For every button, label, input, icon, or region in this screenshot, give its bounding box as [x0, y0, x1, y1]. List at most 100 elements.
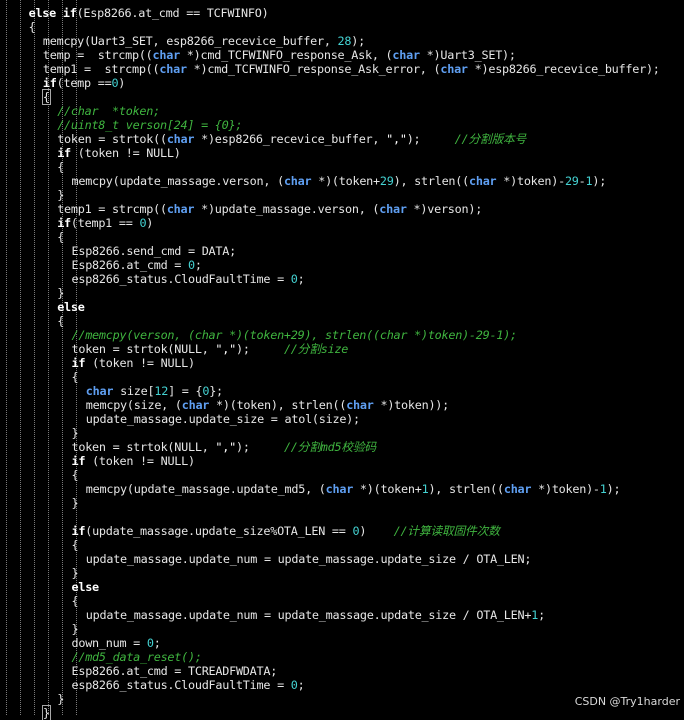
code-token: esp8266_status.CloudFaultTime =: [71, 678, 291, 692]
code-token: token = strtok(NULL,: [71, 342, 216, 356]
code-line[interactable]: }: [57, 286, 64, 300]
code-editor[interactable]: else if(Esp8266.at_cmd == TCFWINFO){memc…: [0, 0, 684, 720]
code-token: {: [71, 538, 79, 552]
code-token: char: [503, 482, 532, 496]
indent-guide: [34, 0, 35, 715]
code-token: (temp1 ==: [70, 216, 140, 230]
code-token: char: [159, 62, 187, 76]
code-token: char: [392, 48, 420, 62]
code-line[interactable]: if (token != NULL): [72, 454, 196, 468]
code-line[interactable]: }: [72, 566, 79, 580]
code-token: }: [71, 622, 79, 636]
code-line[interactable]: Esp8266.send_cmd = DATA;: [72, 244, 237, 258]
code-line[interactable]: update_massage.update_num = update_massa…: [86, 552, 532, 566]
code-line[interactable]: memcpy(size, (char *)(token), strlen((ch…: [86, 398, 449, 412]
code-line[interactable]: {: [72, 594, 79, 608]
code-line[interactable]: else: [72, 580, 100, 594]
code-line[interactable]: down_num = 0;: [72, 636, 161, 650]
code-line[interactable]: }: [72, 496, 79, 510]
code-token: ",": [215, 440, 236, 454]
code-token: ;: [297, 678, 305, 692]
code-token: ",": [215, 342, 236, 356]
code-line[interactable]: if(temp1 == 0): [57, 216, 153, 230]
code-line[interactable]: else if(Esp8266.at_cmd == TCFWINFO): [29, 6, 269, 20]
code-token: );: [406, 132, 455, 146]
code-line[interactable]: if(temp ==0): [42, 76, 126, 90]
code-token: if: [42, 76, 57, 90]
code-token: (Esp8266.at_cmd == TCFWINFO): [76, 6, 269, 20]
code-token: }: [57, 188, 65, 202]
code-line[interactable]: token = strtok(NULL, ","); //分割md5校验码: [72, 440, 377, 454]
watermark: CSDN @Try1harder: [574, 695, 680, 708]
code-token: {: [28, 20, 36, 34]
code-line[interactable]: {: [57, 230, 64, 244]
code-line[interactable]: {: [72, 370, 79, 384]
code-line[interactable]: else: [57, 300, 85, 314]
code-token: (update_massage.update_size%OTA_LEN ==: [85, 524, 353, 538]
code-token: *)verson);: [406, 202, 483, 216]
code-line[interactable]: {: [57, 314, 64, 328]
indent-guide: [6, 0, 7, 715]
code-token: size[: [113, 384, 155, 398]
code-line[interactable]: update_massage.update_num = update_massa…: [86, 608, 545, 622]
code-line[interactable]: update_massage.update_size = atol(size);: [86, 412, 360, 426]
code-line[interactable]: if (token != NULL): [57, 146, 181, 160]
code-token: );: [592, 174, 607, 188]
code-line[interactable]: esp8266_status.CloudFaultTime = 0;: [72, 678, 305, 692]
code-token: char: [85, 384, 114, 398]
code-token: ",": [386, 132, 407, 146]
code-line[interactable]: {: [72, 538, 79, 552]
code-line[interactable]: Esp8266.at_cmd = 0;: [72, 258, 202, 272]
code-line[interactable]: //uint8_t verson[24] = {0};: [57, 118, 242, 132]
code-line[interactable]: {: [29, 20, 36, 34]
code-token: temp1 = strcmp((: [57, 202, 167, 216]
code-line[interactable]: {: [72, 468, 79, 482]
code-line[interactable]: memcpy(update_massage.update_md5, (char …: [86, 482, 621, 496]
code-comment: //md5_data_reset();: [71, 650, 202, 664]
code-line[interactable]: //char *token;: [57, 104, 160, 118]
code-token: temp1 = strcmp((: [42, 62, 160, 76]
code-token: }: [71, 496, 79, 510]
code-token: ;: [538, 608, 545, 622]
code-line[interactable]: if(update_massage.update_size%OTA_LEN ==…: [72, 524, 500, 538]
code-token: {: [57, 160, 65, 174]
code-line[interactable]: }: [57, 188, 64, 202]
code-line[interactable]: token = strtok(NULL, ","); //分割size: [72, 342, 349, 356]
code-line[interactable]: temp1 = strcmp((char *)update_massage.ve…: [57, 202, 482, 216]
code-line[interactable]: memcpy(Uart3_SET, esp8266_recevice_buffe…: [43, 34, 365, 48]
code-line[interactable]: //memcpy(verson, (char *)(token+29), str…: [72, 328, 518, 342]
code-line[interactable]: char size[12] = {0};: [86, 384, 223, 398]
code-line[interactable]: //md5_data_reset();: [72, 650, 202, 664]
code-token: *)esp8266_recevice_buffer,: [194, 132, 387, 146]
code-line[interactable]: esp8266_status.CloudFaultTime = 0;: [72, 272, 305, 286]
code-token: {: [57, 314, 65, 328]
code-line[interactable]: }: [41, 705, 51, 720]
code-line[interactable]: if (token != NULL): [72, 356, 196, 370]
code-line[interactable]: token = strtok((char *)esp8266_recevice_…: [57, 132, 526, 146]
code-token: );: [235, 440, 284, 454]
code-line[interactable]: Esp8266.at_cmd = TCREADFWDATA;: [72, 664, 278, 678]
code-line[interactable]: }: [57, 692, 64, 706]
code-token: ] = {: [168, 384, 203, 398]
code-token: 12: [154, 384, 169, 398]
code-token: }: [71, 566, 79, 580]
code-token: -: [578, 174, 586, 188]
code-token: down_num =: [71, 636, 147, 650]
code-line[interactable]: temp1 = strcmp((char *)cmd_TCFWINFO_resp…: [43, 62, 660, 76]
code-token: 29: [564, 174, 579, 188]
code-token: (token != NULL): [70, 146, 181, 160]
code-line[interactable]: memcpy(update_massage.verson, (char *)(t…: [72, 174, 607, 188]
code-line[interactable]: }: [72, 622, 79, 636]
code-line[interactable]: temp = strcmp((char *)cmd_TCFWINFO_respo…: [43, 48, 516, 62]
code-line[interactable]: {: [57, 160, 64, 174]
fold-gutter[interactable]: [0, 0, 14, 715]
code-token: *)cmd_TCFWINFO_response_Ask, (: [179, 48, 393, 62]
code-line[interactable]: {: [41, 89, 51, 105]
code-line[interactable]: }: [72, 426, 79, 440]
code-token: char: [283, 174, 312, 188]
code-token: (token != NULL): [85, 454, 195, 468]
code-comment: //char *token;: [57, 104, 160, 118]
code-token: char: [152, 48, 181, 62]
code-token: );: [351, 34, 365, 48]
code-token: *)token));: [373, 398, 450, 412]
